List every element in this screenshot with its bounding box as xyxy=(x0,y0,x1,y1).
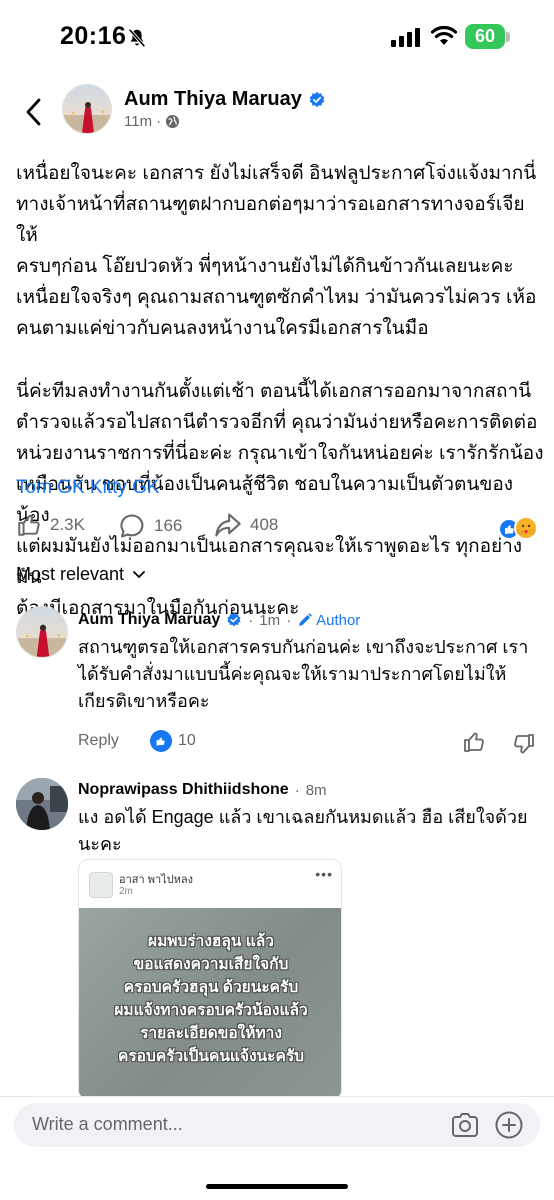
wifi-icon xyxy=(430,25,458,45)
pencil-icon xyxy=(299,613,313,626)
comment-likes[interactable]: 10 xyxy=(150,730,196,752)
reply-button[interactable]: Reply xyxy=(78,732,119,750)
comment-text: แง อดได้ Engage แล้ว เขาเฉลยกันหมดแล้ว ฮ… xyxy=(78,807,528,854)
avatar-photo xyxy=(17,607,67,657)
comment-input[interactable]: Write a comment... xyxy=(32,1114,183,1135)
home-indicator xyxy=(206,1184,348,1189)
avatar-photo xyxy=(16,778,68,830)
shared-post-time: 2m xyxy=(119,886,133,897)
comment-time: 1m xyxy=(259,611,281,629)
thumbs-up-icon[interactable] xyxy=(462,730,486,754)
comment-author[interactable]: Aum Thiya Maruay xyxy=(78,611,220,629)
thumbs-up-icon xyxy=(18,514,40,536)
post-paragraph: นี่ค่ะทีมลงทำงานกันตั้งแต่เช้า ตอนนี้ได้… xyxy=(16,381,544,619)
post-actions: 2.3K 166 408 xyxy=(16,512,544,546)
comment-header: Noprawipass Dhithiidshone · 8m xyxy=(78,781,327,799)
chevron-left-icon xyxy=(26,98,41,126)
comment-avatar[interactable] xyxy=(16,606,68,658)
battery-tip xyxy=(506,32,510,42)
battery-icon: 60 xyxy=(465,24,505,49)
share-count: 408 xyxy=(250,515,279,534)
like-button[interactable]: 2.3K xyxy=(16,512,85,538)
author-badge-label: Author xyxy=(316,611,361,629)
avatar[interactable] xyxy=(62,84,112,134)
comment-like-count: 10 xyxy=(178,732,196,749)
meta-dot: · xyxy=(156,113,162,130)
shared-post-image: ผมพบร่างฮลุน แล้ว ขอแสดงความเสียใจกับ คร… xyxy=(79,908,341,1099)
comment-time-dot: · xyxy=(294,781,300,799)
status-time: 20:16 xyxy=(60,22,127,50)
comment-time: 8m xyxy=(305,781,327,799)
comment-image-attachment[interactable]: อาสา พาไปหลง 2m ••• ผมพบร่างฮลุน แล้ว ขอ… xyxy=(78,859,342,1100)
like-reaction-icon xyxy=(150,730,172,752)
globe-icon xyxy=(166,114,180,129)
more-options-icon: ••• xyxy=(315,866,333,882)
comment-composer[interactable]: Write a comment... xyxy=(14,1103,540,1147)
share-button[interactable]: 408 xyxy=(214,512,278,538)
avatar-photo xyxy=(63,85,111,133)
comment-sort-dropdown[interactable]: Most relevant xyxy=(16,564,146,585)
signal-icon xyxy=(391,28,420,47)
add-icon[interactable] xyxy=(494,1110,524,1140)
shared-image-text: ผมพบร่างฮลุน แล้ว ขอแสดงความเสียใจกับ คร… xyxy=(114,933,308,1065)
comment-author[interactable]: Noprawipass Dhithiidshone xyxy=(78,781,289,799)
author-badge: Author xyxy=(297,612,360,629)
back-button[interactable] xyxy=(14,90,54,134)
comment-meta-dot: · xyxy=(286,611,292,629)
verified-badge-icon xyxy=(227,612,241,627)
post-meta: 11m · xyxy=(124,113,180,130)
verified-badge-icon xyxy=(309,91,325,107)
status-bar: 20:16 60 xyxy=(0,0,554,70)
comment-time-dot: · xyxy=(248,611,254,629)
like-count: 2.3K xyxy=(50,515,85,534)
camera-icon[interactable] xyxy=(450,1111,480,1139)
thumbs-down-icon[interactable] xyxy=(512,732,536,756)
comment-header: Aum Thiya Maruay · 1m · Author xyxy=(78,611,360,629)
tagged-people-link[interactable]: Tom GK Kitty GK xyxy=(16,477,160,499)
share-icon xyxy=(215,513,241,537)
comment-avatar[interactable] xyxy=(16,778,68,830)
post-paragraph: เหนื่อยใจนะคะ เอกสาร ยังไม่เสร็จดี อินฟล… xyxy=(16,163,537,339)
post-time: 11m xyxy=(124,113,153,130)
battery-level: 60 xyxy=(474,26,496,46)
comment-count: 166 xyxy=(154,516,183,535)
page-logo xyxy=(89,872,113,898)
shared-post-header: อาสา พาไปหลง 2m ••• xyxy=(79,860,341,908)
reactions-summary[interactable] xyxy=(498,516,538,542)
comment-footer: Reply 10 xyxy=(78,730,544,756)
chevron-down-icon xyxy=(133,570,145,578)
post-author-name[interactable]: Aum Thiya Maruay xyxy=(124,88,302,111)
comment-text: สถานฑูตรอให้เอกสารครบกันก่อนค่ะ เขาถึงจะ… xyxy=(78,637,529,711)
comment-icon xyxy=(120,514,144,538)
post-author[interactable]: Aum Thiya Maruay xyxy=(124,88,326,111)
sort-label: Most relevant xyxy=(16,564,125,584)
comment-button[interactable]: 166 xyxy=(118,512,182,540)
bell-slash-icon xyxy=(128,28,146,48)
care-reaction-icon xyxy=(514,516,538,540)
